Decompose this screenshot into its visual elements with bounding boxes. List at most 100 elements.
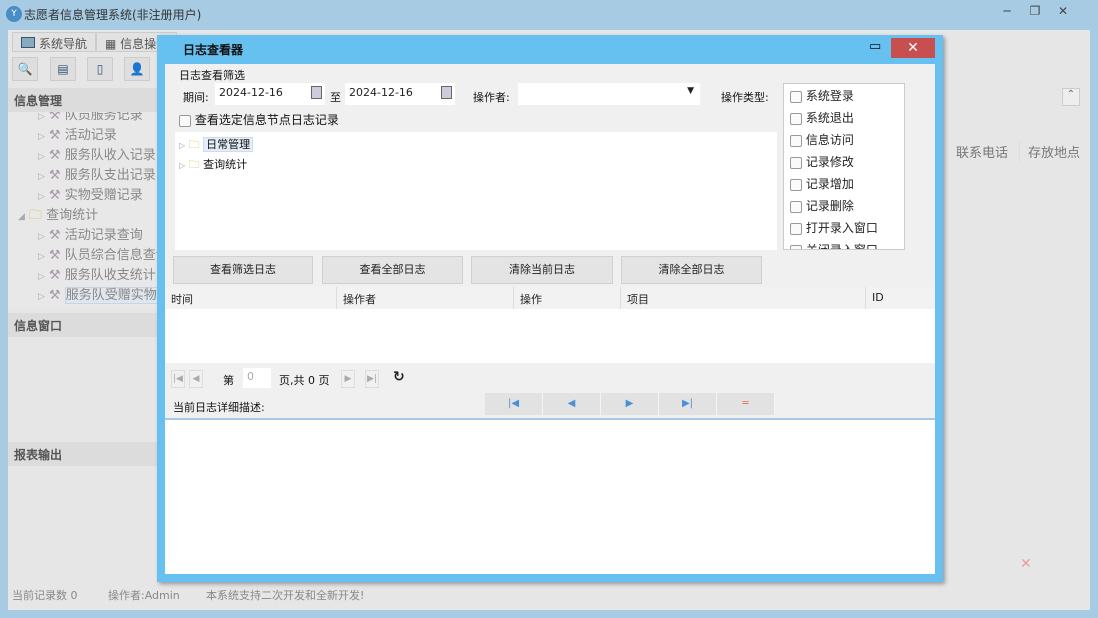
- chevron-down-icon: ▼: [687, 86, 694, 96]
- optype-checkbox[interactable]: 记录增加: [790, 175, 854, 192]
- nav-tree-item[interactable]: ▷⚒ 服务队受赠实物统计: [38, 284, 158, 304]
- checkbox[interactable]: [790, 200, 802, 213]
- nav-tree-item[interactable]: ▷ ⚒ 活动记录: [38, 124, 117, 144]
- date-from-input[interactable]: 2024-12-16: [215, 83, 325, 105]
- nav-tree-item[interactable]: ▷ ⚒ 活动记录查询: [38, 224, 143, 244]
- date-to-value: 2024-12-16: [349, 86, 413, 99]
- node-filter-checkbox[interactable]: 查看选定信息节点日志记录: [179, 111, 339, 128]
- next-page-button[interactable]: ▶: [341, 370, 355, 388]
- user-tool-button[interactable]: 👤: [124, 57, 150, 81]
- tree-node-query[interactable]: ▷ 🗀 查询统计: [179, 156, 247, 175]
- operator-select[interactable]: ▼: [518, 83, 700, 105]
- document-tool-button[interactable]: ▯: [87, 57, 113, 81]
- tree-node-daily[interactable]: ▷ 🗀 日常管理: [179, 136, 254, 155]
- tree-node-label: 查询统计: [203, 158, 248, 171]
- tool-icon: ⚒: [48, 188, 65, 203]
- collapse-icon[interactable]: ⌃: [1062, 88, 1080, 106]
- clear-current-log-button[interactable]: 清除当前日志: [471, 256, 613, 284]
- cancel-icon[interactable]: ✕: [1020, 556, 1032, 572]
- nav-tree-item[interactable]: ▷ ⚒ 服务队收支统计: [38, 264, 156, 284]
- column-header-action[interactable]: 操作: [514, 287, 621, 309]
- panel-report-header[interactable]: 报表输出: [8, 442, 158, 466]
- nav-tree-label: 服务队收支统计: [64, 268, 156, 283]
- detail-delete-button[interactable]: ═: [717, 393, 775, 415]
- maximize-icon[interactable]: ▭: [869, 39, 885, 55]
- optype-checkbox[interactable]: 系统登录: [790, 87, 854, 104]
- tool-icon: ⚒: [48, 248, 65, 263]
- date-from-value: 2024-12-16: [219, 86, 283, 99]
- optype-checkbox[interactable]: 系统退出: [790, 109, 854, 126]
- nav-tree-label: 活动记录查询: [64, 228, 143, 243]
- expand-icon: ▷: [38, 232, 45, 242]
- column-header-time[interactable]: 时间: [165, 287, 337, 309]
- expand-icon: ▷: [38, 112, 45, 122]
- last-page-button[interactable]: ▶|: [365, 370, 379, 388]
- panel-info-mgmt-header[interactable]: 信息管理: [8, 88, 158, 112]
- checkbox[interactable]: [179, 114, 191, 127]
- tab-system-nav[interactable]: 系统导航: [12, 32, 97, 52]
- detail-next-button[interactable]: ▶: [601, 393, 659, 415]
- to-label: 至: [330, 91, 341, 104]
- close-button[interactable]: ✕: [1050, 4, 1076, 22]
- nav-tree-item[interactable]: ▷ ⚒ 服务队收入记录: [38, 144, 156, 164]
- optype-checkbox[interactable]: 关闭录入窗口: [790, 241, 878, 249]
- calendar-icon[interactable]: [441, 86, 452, 99]
- detail-last-button[interactable]: ▶|: [659, 393, 717, 415]
- view-filtered-logs-button[interactable]: 查看筛选日志: [173, 256, 313, 284]
- optype-checkbox[interactable]: 打开录入窗口: [790, 219, 878, 236]
- tool-icon: ⚒: [48, 168, 65, 183]
- column-header-operator[interactable]: 操作者: [337, 287, 514, 309]
- nav-tree-label: 队员综合信息查询: [64, 248, 158, 263]
- date-to-input[interactable]: 2024-12-16: [345, 83, 455, 105]
- checkbox[interactable]: [790, 134, 802, 147]
- optype-checkbox[interactable]: 信息访问: [790, 131, 854, 148]
- checkbox[interactable]: [790, 112, 802, 125]
- tool-icon: ⚒: [48, 148, 65, 163]
- optype-label: 系统退出: [805, 111, 854, 125]
- nav-tree-label: 服务队受赠实物统计: [64, 287, 158, 304]
- nav-tree-item[interactable]: ▷ ⚒ 队员服务记录: [38, 112, 143, 124]
- detail-textarea[interactable]: [165, 418, 935, 574]
- dialog-close-button[interactable]: ✕: [891, 38, 935, 58]
- column-header-id[interactable]: ID: [866, 287, 935, 309]
- checkbox[interactable]: [790, 244, 802, 249]
- panel-info-window-header[interactable]: 信息窗口: [8, 313, 158, 337]
- checkbox[interactable]: [790, 222, 802, 235]
- folder-icon: 🗀: [188, 138, 200, 151]
- tool-icon: ⚒: [48, 128, 65, 143]
- tool-icon: ⚒: [48, 268, 65, 283]
- list-tool-button[interactable]: ▤: [50, 57, 76, 81]
- nav-tree-label: 服务队支出记录: [64, 168, 156, 183]
- detail-label: 当前日志详细描述:: [173, 401, 265, 414]
- detail-prev-button[interactable]: ◀: [543, 393, 601, 415]
- checkbox[interactable]: [790, 178, 802, 191]
- minimize-button[interactable]: ─: [994, 4, 1020, 22]
- nav-tree: ▷ ⚒ 队员服务记录 ▷ ⚒ 活动记录 ▷ ⚒ 服务队收入记录 ▷ ⚒ 服务队支出记录 ▷ ⚒ 实…: [8, 112, 158, 308]
- checkbox[interactable]: [790, 156, 802, 169]
- filter-group-title: 日志查看筛选: [179, 69, 245, 82]
- detail-first-button[interactable]: |◀: [485, 393, 543, 415]
- view-all-logs-button[interactable]: 查看全部日志: [322, 256, 463, 284]
- node-tree: ▷ 🗀 日常管理 ▷ 🗀 查询统计: [175, 132, 777, 250]
- column-header-item[interactable]: 项目: [621, 287, 866, 309]
- nav-tree-item[interactable]: ◢ 🗀 查询统计: [18, 204, 98, 224]
- search-tool-button[interactable]: 🔍: [12, 57, 38, 81]
- page-number-input[interactable]: 0: [243, 368, 271, 388]
- nav-tree-label: 查询统计: [46, 208, 99, 223]
- calendar-icon[interactable]: [311, 86, 322, 99]
- nav-tree-item[interactable]: ▷ ⚒ 服务队支出记录: [38, 164, 156, 184]
- checkbox[interactable]: [790, 90, 802, 103]
- prev-page-button[interactable]: ◀: [189, 370, 203, 388]
- restore-button[interactable]: ❐: [1022, 4, 1048, 22]
- node-filter-label: 查看选定信息节点日志记录: [194, 113, 339, 127]
- nav-tree-item[interactable]: ▷⚒ 队员综合信息查询: [38, 244, 158, 264]
- expand-icon: ▷: [38, 172, 45, 182]
- first-page-button[interactable]: |◀: [171, 370, 185, 388]
- expand-icon: ▷: [38, 272, 45, 282]
- clear-all-logs-button[interactable]: 清除全部日志: [621, 256, 762, 284]
- expand-icon: ▷: [38, 152, 45, 162]
- nav-tree-item[interactable]: ▷ ⚒ 实物受赠记录: [38, 184, 143, 204]
- refresh-icon[interactable]: ↻: [393, 369, 405, 385]
- optype-checkbox[interactable]: 记录修改: [790, 153, 854, 170]
- optype-checkbox[interactable]: 记录删除: [790, 197, 854, 214]
